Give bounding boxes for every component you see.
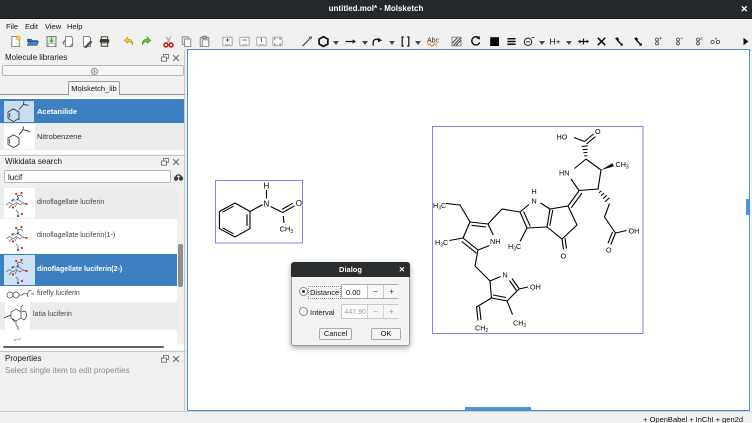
svg-text:OH: OH (530, 283, 541, 292)
svg-text:NH: NH (490, 237, 500, 246)
svg-text:H3C: H3C (508, 242, 521, 252)
svg-text:O: O (561, 252, 567, 261)
svg-text:HO: HO (557, 133, 568, 142)
svg-text:H+: H+ (550, 37, 561, 47)
svg-text:CH3: CH3 (513, 319, 526, 329)
svg-text:CH3: CH3 (280, 225, 294, 236)
svg-text:O: O (606, 246, 612, 255)
svg-text:HN: HN (559, 169, 569, 178)
svg-text:H: H (264, 182, 270, 191)
svg-text:OH: OH (629, 227, 640, 236)
svg-text:CH3: CH3 (616, 160, 629, 170)
svg-text:O: O (595, 127, 601, 136)
svg-text:CH2: CH2 (475, 324, 488, 334)
svg-text:H3C: H3C (435, 238, 448, 248)
svg-text:N: N (264, 200, 270, 209)
svg-text:2: 2 (700, 36, 703, 41)
svg-text:Abc: Abc (427, 38, 440, 45)
svg-text:H3C: H3C (433, 201, 446, 211)
svg-text:N: N (532, 197, 537, 206)
svg-text:N: N (503, 271, 508, 280)
svg-text:O: O (296, 199, 302, 208)
svg-text:H: H (532, 187, 537, 196)
